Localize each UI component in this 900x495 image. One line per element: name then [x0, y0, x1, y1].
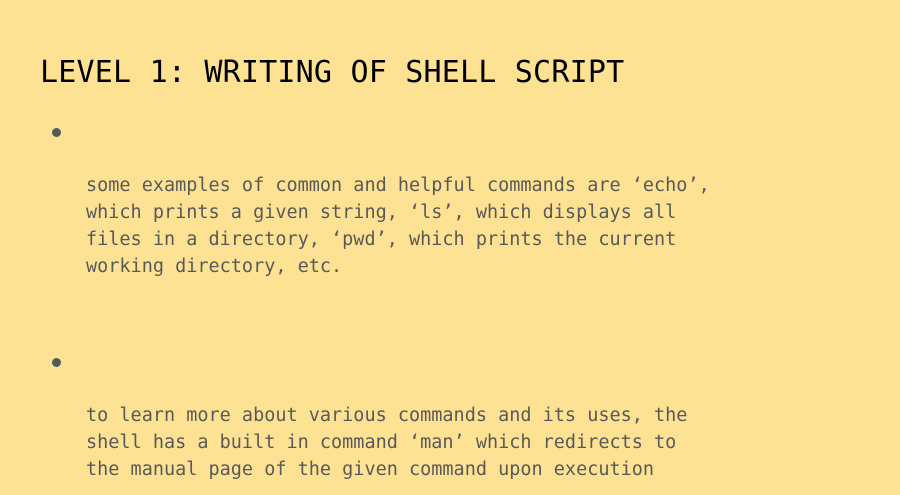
bullet-dot-icon	[52, 128, 61, 137]
bullet-text: some examples of common and helpful comm…	[86, 175, 710, 277]
bullet-list: some examples of common and helpful comm…	[48, 118, 868, 483]
bullet-item: to learn more about various commands and…	[48, 348, 868, 483]
bullet-item: some examples of common and helpful comm…	[48, 118, 868, 280]
slide-title: LEVEL 1: WRITING OF SHELL SCRIPT	[40, 55, 625, 90]
bullet-dot-icon	[52, 358, 61, 367]
bullet-text: to learn more about various commands and…	[86, 405, 688, 480]
slide: LEVEL 1: WRITING OF SHELL SCRIPT some ex…	[0, 0, 900, 495]
